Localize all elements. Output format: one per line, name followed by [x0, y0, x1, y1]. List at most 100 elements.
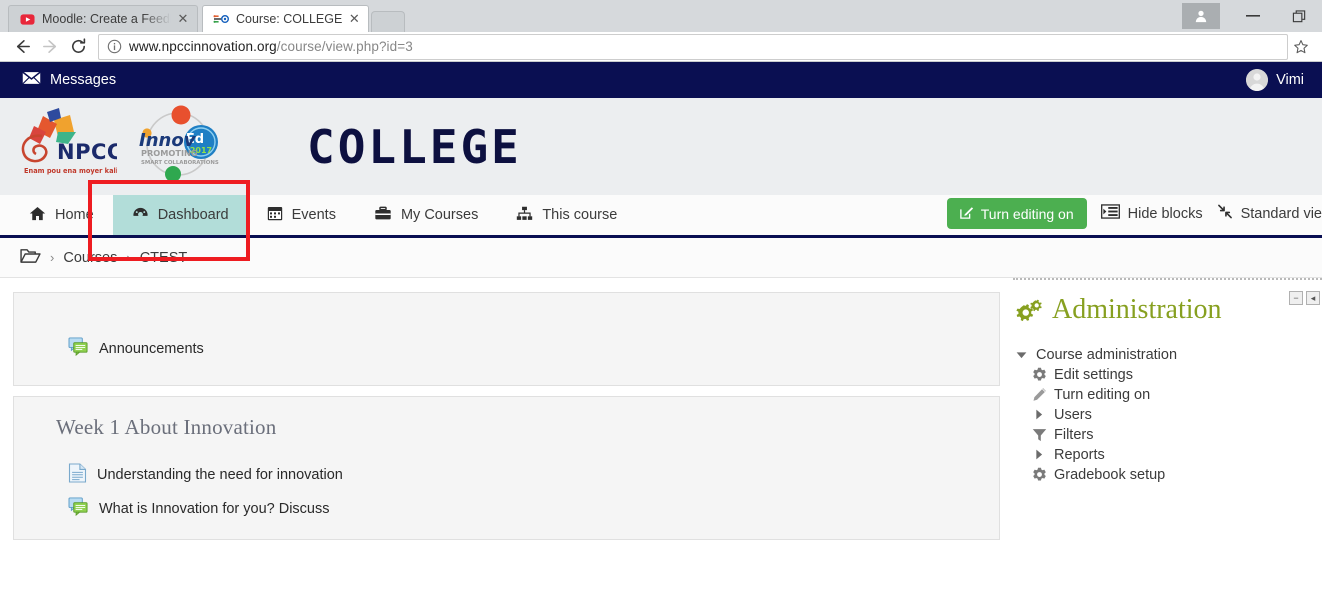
user-menu[interactable]: Vimi — [1246, 69, 1304, 91]
course-navbar: Home Dashboard Events My Courses This co… — [0, 180, 1322, 261]
caret-right-icon[interactable] — [1031, 407, 1047, 423]
close-icon[interactable]: ✕ — [346, 11, 362, 27]
navbar-items: Home Dashboard Events My Courses This co… — [0, 195, 636, 235]
url-path: /course/view.php?id=3 — [276, 39, 413, 54]
nav-item-events[interactable]: Events — [248, 195, 355, 235]
activity-what-is-innovation[interactable]: What is Innovation for you? Discuss — [36, 492, 977, 525]
activity-announcements[interactable]: Announcements — [36, 307, 977, 365]
course-content-column: Announcements Week 1 About Innovation Un… — [0, 292, 1000, 540]
browser-tab-0-title: Moodle: Create a Feedba — [42, 12, 171, 26]
moodle-icon — [213, 11, 229, 27]
dashboard-icon — [132, 206, 149, 225]
tree-node-filters-label: Filters — [1054, 426, 1094, 443]
sitemap-icon — [516, 206, 533, 225]
tree-node-users-label: Users — [1054, 406, 1092, 423]
browser-tab-strip: Moodle: Create a Feedba ✕ Course: COLLEG… — [0, 0, 1322, 32]
tree-node-turn-editing-on[interactable]: Turn editing on — [1013, 385, 1322, 405]
page-document-icon — [68, 463, 87, 487]
administration-block-header: Administration — [1013, 290, 1322, 331]
nav-item-my-courses-label: My Courses — [400, 207, 479, 223]
administration-tree: Course administration Edit settings Turn… — [1013, 331, 1322, 485]
tree-node-edit-settings[interactable]: Edit settings — [1013, 365, 1322, 385]
calendar-icon — [267, 205, 283, 225]
tree-node-users[interactable]: Users — [1013, 405, 1322, 425]
breadcrumb-separator: › — [126, 250, 131, 265]
tree-node-gradebook-setup[interactable]: Gradebook setup — [1013, 465, 1322, 485]
hide-blocks-button[interactable]: Hide blocks — [1100, 204, 1203, 223]
youtube-icon — [19, 11, 35, 27]
turn-editing-on-button[interactable]: Turn editing on — [946, 198, 1087, 229]
innoved-logo: Ed 2017 Innov PROMOTING SMART COLLABORAT… — [131, 104, 223, 189]
activity-understanding-need-label: Understanding the need for innovation — [97, 467, 343, 483]
minimize-window-button[interactable] — [1230, 0, 1276, 32]
breadcrumb-item-courses[interactable]: Courses — [63, 250, 117, 266]
gear-icon — [1031, 367, 1047, 383]
pencil-icon — [1031, 387, 1047, 403]
tree-node-gradebook-setup-label: Gradebook setup — [1054, 466, 1166, 483]
course-section-title: Week 1 About Innovation — [56, 415, 277, 439]
svg-text:PROMOTING: PROMOTING — [141, 148, 198, 158]
block-action-buttons: − ◂ — [1289, 291, 1320, 305]
tree-node-reports-label: Reports — [1054, 446, 1105, 463]
browser-tab-1[interactable]: Course: COLLEGE ✕ — [202, 5, 370, 32]
back-arrow-icon[interactable] — [8, 33, 36, 61]
minimize-block-button[interactable]: − — [1289, 291, 1303, 305]
nav-item-home-label: Home — [55, 207, 94, 223]
cogs-icon — [1013, 290, 1042, 330]
tree-node-edit-settings-label: Edit settings — [1054, 366, 1133, 383]
nav-item-dashboard[interactable]: Dashboard — [112, 195, 248, 235]
administration-block-title: Administration — [1052, 294, 1222, 325]
activity-understanding-need[interactable]: Understanding the need for innovation — [36, 458, 977, 492]
tree-node-filters[interactable]: Filters — [1013, 425, 1322, 445]
breadcrumb-item-ctest[interactable]: CTEST — [140, 250, 188, 266]
edit-pencil-square-icon — [959, 205, 974, 222]
tree-node-reports[interactable]: Reports — [1013, 445, 1322, 465]
folder-open-icon[interactable] — [20, 247, 41, 268]
messages-link[interactable]: Messages — [22, 71, 116, 89]
tree-node-course-administration-label: Course administration — [1036, 346, 1178, 363]
close-icon[interactable]: ✕ — [175, 11, 191, 27]
browser-tab-1-title: Course: COLLEGE — [236, 12, 343, 26]
messages-label: Messages — [50, 72, 117, 88]
nav-item-my-courses[interactable]: My Courses — [355, 195, 497, 235]
nav-item-this-course-label: This course — [542, 207, 618, 223]
caret-down-icon[interactable] — [1013, 347, 1029, 363]
forward-arrow-icon — [36, 33, 64, 61]
svg-text:Enam pou ena moyer kalite lavi: Enam pou ena moyer kalite lavi — [24, 167, 117, 175]
blocks-list-icon — [1100, 204, 1120, 223]
reload-icon[interactable] — [64, 33, 92, 61]
filter-funnel-icon — [1031, 427, 1047, 443]
briefcase-icon — [374, 206, 392, 225]
forum-icon — [68, 497, 89, 520]
page-content: Announcements Week 1 About Innovation Un… — [0, 278, 1322, 540]
dock-block-button[interactable]: ◂ — [1306, 291, 1320, 305]
address-bar[interactable]: www.npccinnovation.org/course/view.php?i… — [98, 33, 1288, 60]
nav-item-home[interactable]: Home — [10, 195, 113, 235]
page-title: COLLEGE — [307, 119, 522, 174]
tree-node-course-administration[interactable]: Course administration — [1013, 345, 1322, 365]
logo-group: NPCC Enam pou ena moyer kalite lavi Ed 2… — [14, 104, 223, 189]
caret-right-icon[interactable] — [1031, 447, 1047, 463]
address-bar-url: www.npccinnovation.org/course/view.php?i… — [129, 39, 413, 54]
browser-tab-0[interactable]: Moodle: Create a Feedba ✕ — [8, 5, 198, 32]
new-tab-button[interactable] — [371, 11, 406, 32]
svg-text:NPCC: NPCC — [57, 140, 117, 164]
hide-blocks-label: Hide blocks — [1127, 205, 1203, 222]
bookmark-star-icon[interactable] — [1288, 34, 1314, 60]
restore-window-button[interactable] — [1276, 0, 1322, 32]
site-top-bar: Messages Vimi — [0, 62, 1322, 98]
browser-toolbar: www.npccinnovation.org/course/view.php?i… — [0, 32, 1322, 62]
site-info-icon[interactable] — [105, 38, 123, 56]
nav-item-dashboard-label: Dashboard — [157, 207, 229, 223]
window-controls — [1182, 0, 1322, 32]
standard-view-button[interactable]: Standard vie — [1217, 204, 1322, 223]
user-profile-icon[interactable] — [1182, 3, 1220, 29]
standard-view-label: Standard vie — [1240, 205, 1322, 222]
nav-item-this-course[interactable]: This course — [497, 195, 636, 235]
course-section-general: Announcements — [13, 292, 1000, 386]
compress-arrows-icon — [1217, 204, 1233, 223]
moodle-page: Messages Vimi NPCC Enam pou ena moyer ka… — [0, 62, 1322, 540]
user-name: Vimi — [1276, 72, 1304, 88]
turn-editing-on-label: Turn editing on — [980, 205, 1074, 222]
breadcrumb: › Courses › CTEST — [0, 238, 1322, 278]
